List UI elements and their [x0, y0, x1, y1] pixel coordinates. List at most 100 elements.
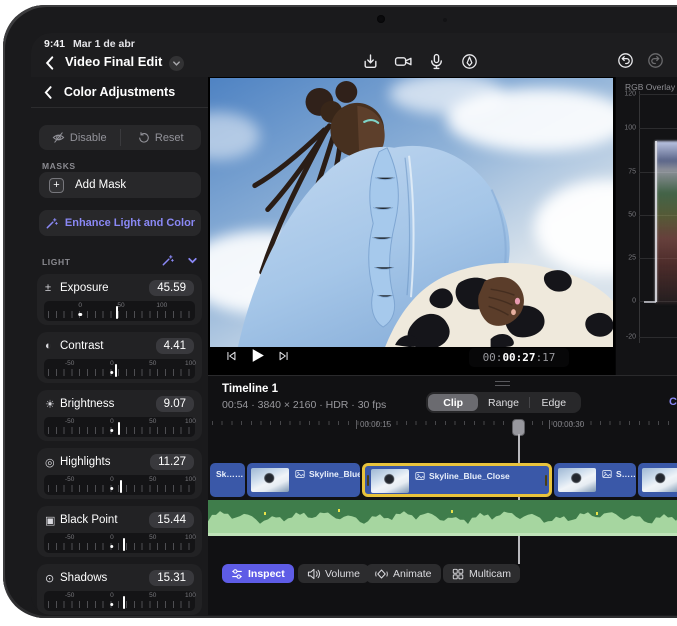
mode-edge[interactable]: Edge — [529, 394, 579, 411]
light-magic-wand-icon[interactable] — [161, 254, 174, 267]
contrast-icon: ◐ — [45, 340, 60, 352]
slider-label: Contrast — [60, 340, 103, 352]
plus-icon: + — [49, 178, 64, 193]
exposure-icon: ± — [45, 282, 60, 294]
slider-value[interactable]: 15.31 — [149, 570, 194, 586]
clip-skyline-blue-close-selected[interactable]: Skyline_Blue_Close — [362, 463, 552, 497]
ipad-device-frame: 9:41 Mar 1 de abr Video Final Edit — [3, 5, 677, 618]
enhance-label: Enhance Light and Color — [65, 217, 195, 229]
slider-value[interactable]: 9.07 — [156, 396, 194, 412]
mode-clip[interactable]: Clip — [428, 394, 478, 411]
image-icon — [415, 472, 425, 480]
panel-header: Color Adjustments — [31, 77, 208, 108]
disable-reset-group: Disable Reset — [39, 125, 201, 150]
enhance-light-color-button[interactable]: Enhance Light and Color — [39, 210, 201, 236]
rgb-overlay-scope: RGB Overlay 120 100 75 50 25 0 -20 — [615, 77, 677, 375]
slider-contrast: ◐ Contrast 4.41 -50 0 50 100 — [37, 332, 202, 383]
clip-skyline-blue-wide[interactable]: Skyline_Blue_Wide — [247, 463, 360, 497]
audio-track[interactable] — [208, 500, 677, 536]
volume-button[interactable]: Volume — [298, 564, 369, 583]
cut-off-button-fragment[interactable]: C — [669, 396, 677, 408]
exposure-slider[interactable]: 0 50 100 — [44, 301, 195, 321]
skip-forward-icon[interactable] — [277, 349, 291, 363]
clip-thumbnail — [251, 468, 289, 492]
highlights-slider[interactable]: -50 0 50 100 — [44, 475, 195, 495]
toolbar-icons — [361, 52, 479, 71]
slider-value[interactable]: 11.27 — [150, 454, 194, 470]
disable-label: Disable — [70, 132, 107, 144]
status-date: Mar 1 de abr — [73, 38, 135, 50]
video-viewer[interactable]: 00:00:27:17 — [208, 77, 615, 375]
playhead-line — [518, 434, 520, 564]
light-collapse-chevron-icon[interactable] — [187, 255, 198, 266]
reset-button[interactable]: Reset — [121, 125, 202, 150]
clip-skyline-partial[interactable]: Sk…… — [210, 463, 245, 497]
back-chevron-icon[interactable] — [41, 54, 59, 72]
shadows-icon: ⊙ — [45, 572, 60, 585]
black-point-icon: ▣ — [45, 514, 60, 527]
scope-tick: -20 — [618, 334, 636, 341]
camera-icon[interactable] — [394, 52, 413, 71]
timecode-display[interactable]: 00:00:27:17 — [469, 348, 569, 367]
scope-tick: 0 — [618, 298, 636, 305]
scope-waveform — [656, 141, 677, 304]
image-icon — [602, 470, 612, 478]
video-frame — [210, 78, 613, 347]
front-camera — [377, 15, 385, 23]
multicam-grid-icon — [452, 568, 464, 580]
shadows-slider[interactable]: -50 0 50 100 — [44, 591, 195, 611]
pencil-annotate-icon[interactable] — [460, 52, 479, 71]
play-icon[interactable] — [249, 347, 266, 364]
timecode-main: 00:27 — [502, 351, 535, 364]
skip-back-icon[interactable] — [224, 349, 238, 363]
clip-thumbnail — [558, 468, 596, 492]
redo-icon — [647, 52, 664, 69]
undo-icon[interactable] — [617, 52, 634, 69]
slider-value[interactable]: 45.59 — [149, 280, 194, 296]
brightness-slider[interactable]: -50 0 50 100 — [44, 417, 195, 437]
timeline-title[interactable]: Timeline 1 — [222, 383, 278, 395]
project-title[interactable]: Video Final Edit — [65, 54, 162, 69]
slider-exposure: ± Exposure 45.59 0 50 100 — [37, 274, 202, 325]
drag-handle[interactable] — [495, 381, 510, 386]
black-point-slider[interactable]: -50 0 50 100 — [44, 533, 195, 553]
inspect-sliders-icon — [231, 568, 243, 580]
contrast-slider[interactable]: -50 0 50 100 — [44, 359, 195, 379]
ruler-label: 00:00:30 — [553, 420, 584, 429]
inspect-button[interactable]: Inspect — [222, 564, 294, 583]
scope-tick: 25 — [618, 255, 636, 262]
title-chevron-down-icon[interactable] — [169, 56, 184, 71]
status-time: 9:41 — [44, 38, 65, 50]
slider-value[interactable]: 15.44 — [149, 512, 194, 528]
timeline-toolbar: Inspect Volume Animate — [208, 564, 677, 588]
light-section-row: LIGHT — [31, 253, 208, 269]
ruler-ticks — [212, 421, 677, 425]
clip-skyline-partial-2[interactable]: S…… — [554, 463, 636, 497]
add-mask-label: Add Mask — [75, 179, 126, 191]
scope-tick: 75 — [618, 169, 636, 176]
microphone-icon[interactable] — [427, 52, 446, 71]
clip-cut-off[interactable] — [638, 463, 677, 497]
import-icon[interactable] — [361, 52, 380, 71]
panel-title: Color Adjustments — [31, 85, 208, 99]
sensor-dot — [443, 18, 447, 22]
main-area: 00:00:27:17 RGB Overlay 120 100 75 50 25… — [208, 77, 677, 615]
disable-button[interactable]: Disable — [39, 125, 120, 150]
transport-bar: 00:00:27:17 — [208, 347, 615, 371]
undo-redo-group — [617, 52, 664, 69]
multicam-button[interactable]: Multicam — [443, 564, 520, 583]
slider-black-point: ▣ Black Point 15.44 -50 0 50 100 — [37, 506, 202, 557]
mode-range[interactable]: Range — [478, 394, 528, 411]
slider-label: Shadows — [60, 572, 107, 584]
slider-highlights: ◎ Highlights 11.27 -50 0 50 100 — [37, 448, 202, 499]
add-mask-button[interactable]: + Add Mask — [39, 172, 201, 198]
highlights-icon: ◎ — [45, 456, 60, 469]
slider-value[interactable]: 4.41 — [156, 338, 194, 354]
reset-label: Reset — [155, 132, 184, 144]
ruler-label: 00:00:15 — [360, 420, 391, 429]
timeline-ruler[interactable]: 00:00:15 00:00:30 — [208, 418, 677, 436]
masks-section-label: MASKS — [42, 161, 76, 171]
clip-thumbnail — [371, 469, 409, 493]
image-icon — [295, 470, 305, 478]
animate-button[interactable]: Animate — [366, 564, 441, 583]
